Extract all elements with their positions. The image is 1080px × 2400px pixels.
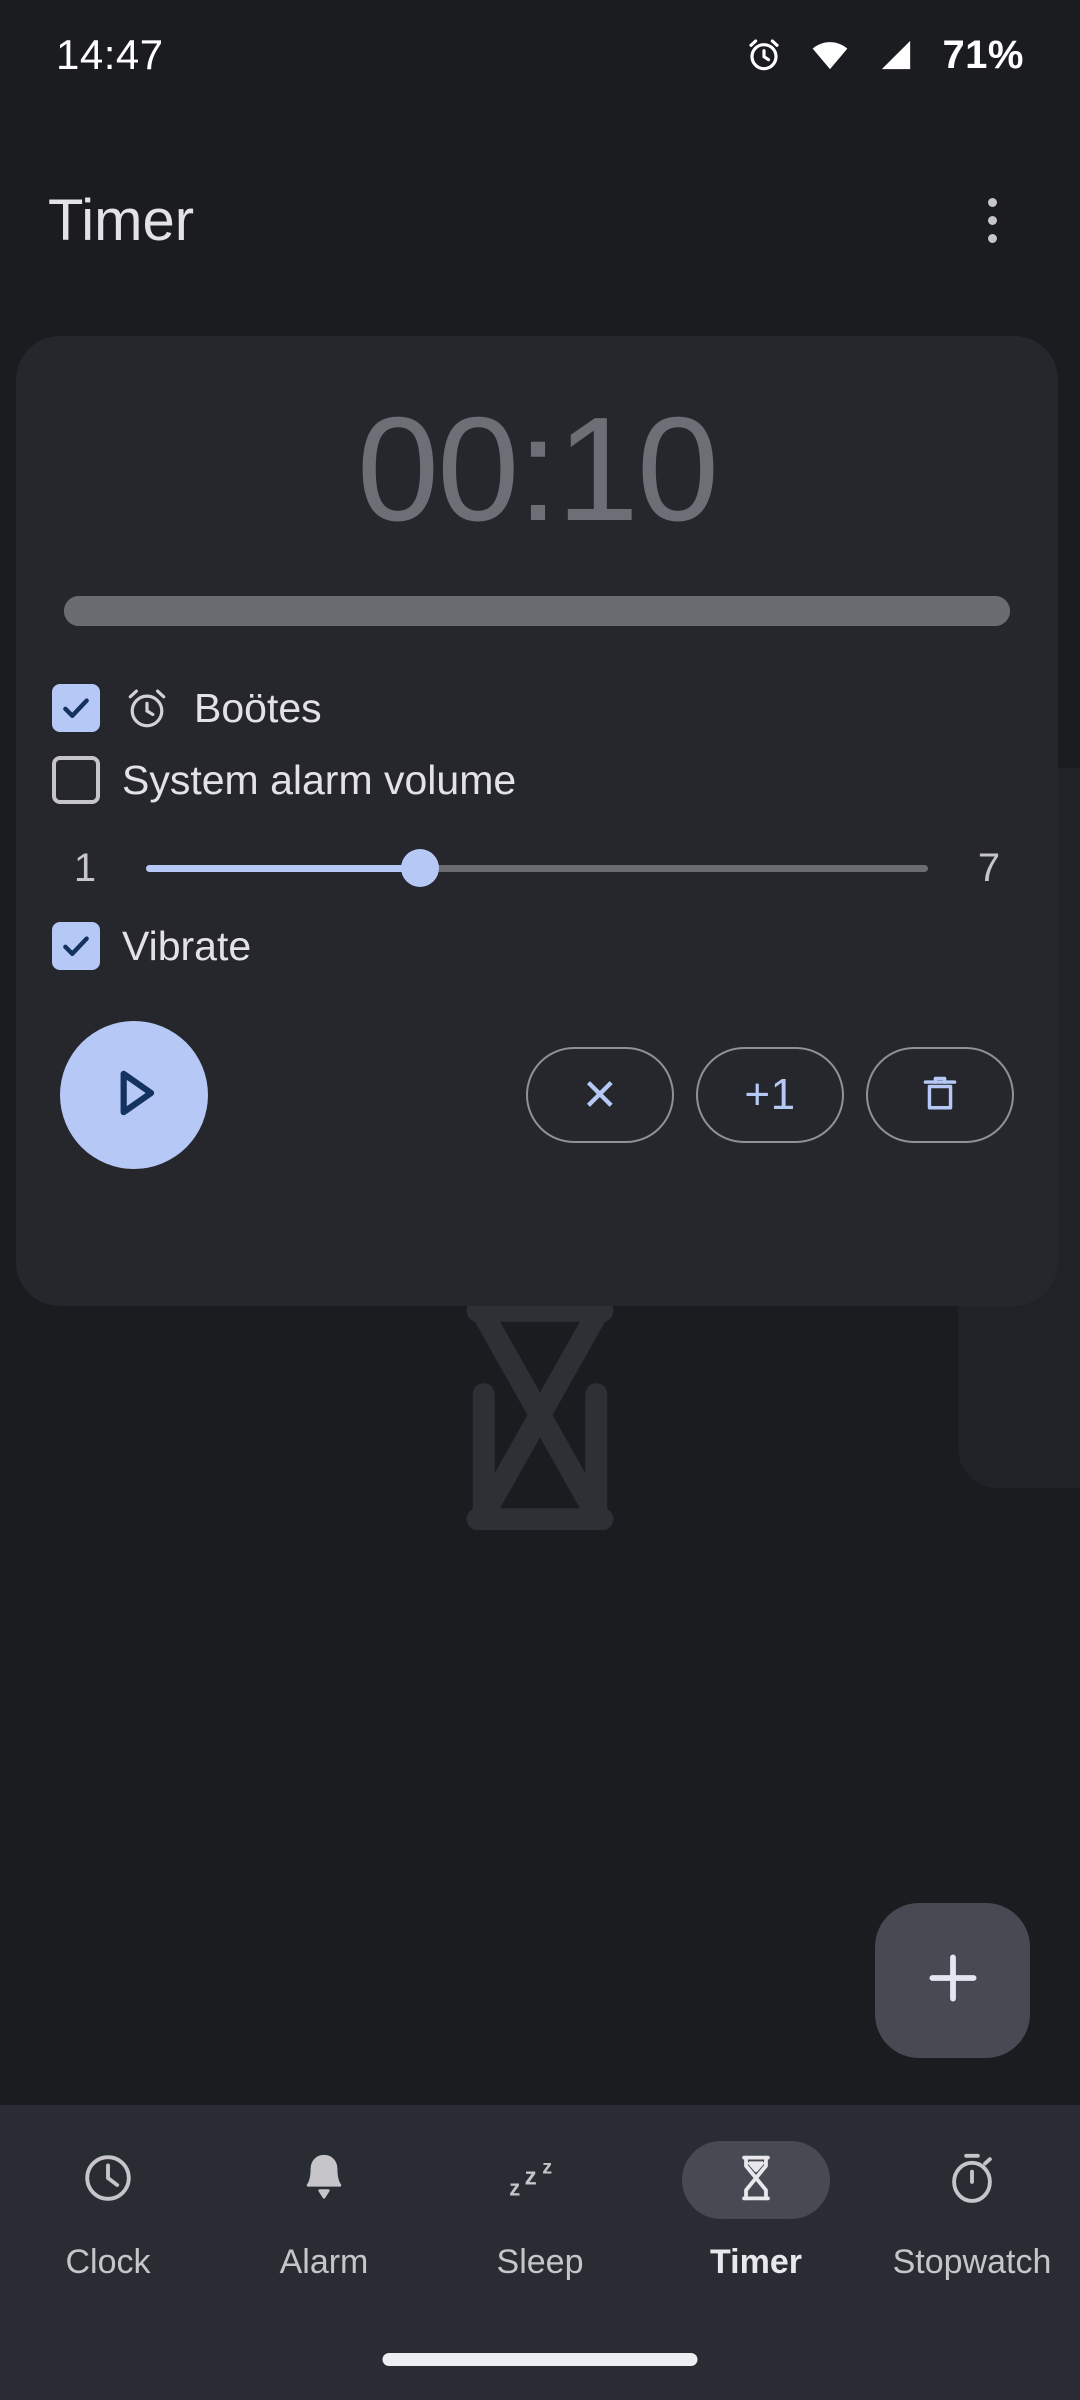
svg-text:z: z	[525, 2163, 537, 2190]
bell-icon	[295, 2149, 353, 2212]
system-alarm-volume-checkbox[interactable]	[52, 756, 100, 804]
reset-button[interactable]: ✕	[526, 1047, 674, 1143]
app-bar: Timer	[0, 160, 1080, 280]
ringtone-label: Boötes	[194, 684, 322, 731]
vibrate-row[interactable]: Vibrate	[52, 910, 1022, 982]
vibrate-label: Vibrate	[122, 922, 252, 969]
play-icon	[103, 1062, 165, 1129]
stopwatch-icon	[943, 2149, 1001, 2212]
volume-max-label: 7	[977, 845, 1001, 890]
timer-progress-fill	[64, 596, 1010, 626]
system-alarm-volume-row[interactable]: System alarm volume	[52, 744, 1022, 816]
timer-app-screen: 14:47 71% Timer 00:10 Boötes System alar…	[0, 0, 1080, 2400]
svg-text:z: z	[509, 2175, 520, 2200]
nav-label-sleep: Sleep	[496, 2243, 584, 2281]
timer-controls-row: ✕ +1	[16, 1020, 1058, 1170]
nav-label-alarm: Alarm	[279, 2243, 369, 2281]
timer-action-buttons: ✕ +1	[526, 1047, 1014, 1143]
sleep-zzz-icon: z z z	[507, 2149, 573, 2212]
timer-remaining-display[interactable]: 00:10	[16, 396, 1058, 544]
timer-progress-bar	[64, 596, 1010, 626]
trash-icon	[917, 1070, 963, 1121]
nav-icon-wrap	[250, 2141, 398, 2219]
nav-icon-wrap	[34, 2141, 182, 2219]
volume-slider-row: 1 7	[52, 826, 1022, 910]
nav-label-timer: Timer	[710, 2243, 802, 2281]
more-options-icon[interactable]	[952, 180, 1032, 260]
gesture-navigation-bar[interactable]	[382, 2353, 698, 2366]
add-one-minute-button[interactable]: +1	[696, 1047, 844, 1143]
overflow-dot	[987, 215, 997, 225]
svg-text:z: z	[542, 2156, 552, 2178]
overflow-dot	[987, 233, 997, 243]
volume-slider-fill	[146, 864, 420, 872]
volume-slider-thumb[interactable]	[400, 849, 439, 887]
nav-icon-wrap	[898, 2141, 1046, 2219]
status-bar-clock: 14:47	[56, 31, 164, 78]
nav-item-alarm[interactable]: Alarm	[216, 2105, 432, 2282]
vibrate-checkbox[interactable]	[52, 922, 100, 970]
nav-icon-wrap-active	[682, 2141, 830, 2219]
timer-settings-area: Boötes System alarm volume 1 7 Vibrate	[16, 672, 1058, 982]
alarm-clock-icon	[122, 683, 172, 733]
system-alarm-volume-label: System alarm volume	[122, 756, 517, 803]
hourglass-watermark-icon	[415, 1290, 665, 1540]
nav-item-timer[interactable]: Timer	[648, 2105, 864, 2282]
page-title: Timer	[48, 187, 195, 253]
timer-card: 00:10 Boötes System alarm volume 1 7 Vib…	[16, 336, 1058, 1306]
ringtone-row[interactable]: Boötes	[52, 672, 1022, 744]
plus-icon	[920, 1945, 986, 2016]
nav-item-clock[interactable]: Clock	[0, 2105, 216, 2282]
volume-min-label: 1	[73, 845, 97, 890]
delete-timer-button[interactable]	[866, 1047, 1014, 1143]
nav-item-stopwatch[interactable]: Stopwatch	[864, 2105, 1080, 2282]
clock-icon	[79, 2149, 137, 2212]
nav-item-sleep[interactable]: z z z Sleep	[432, 2105, 648, 2282]
volume-slider-track	[146, 849, 928, 887]
nav-icon-wrap: z z z	[466, 2141, 614, 2219]
ringtone-checkbox[interactable]	[52, 684, 100, 732]
status-bar-icons: 71%	[744, 33, 1024, 78]
nav-label-stopwatch: Stopwatch	[892, 2243, 1052, 2281]
overflow-dot	[987, 197, 997, 207]
add-timer-button[interactable]	[875, 1903, 1030, 2058]
cell-signal-icon	[876, 35, 916, 75]
plus-one-label: +1	[744, 1070, 796, 1119]
wifi-icon	[810, 35, 850, 75]
hourglass-icon	[730, 2152, 782, 2209]
volume-slider[interactable]	[146, 826, 928, 910]
alarm-clock-icon	[744, 35, 784, 75]
close-icon: ✕	[581, 1070, 619, 1120]
battery-percentage: 71%	[942, 32, 1024, 77]
nav-label-clock: Clock	[65, 2243, 151, 2281]
play-button[interactable]	[60, 1021, 208, 1169]
status-bar: 14:47 71%	[0, 0, 1080, 110]
